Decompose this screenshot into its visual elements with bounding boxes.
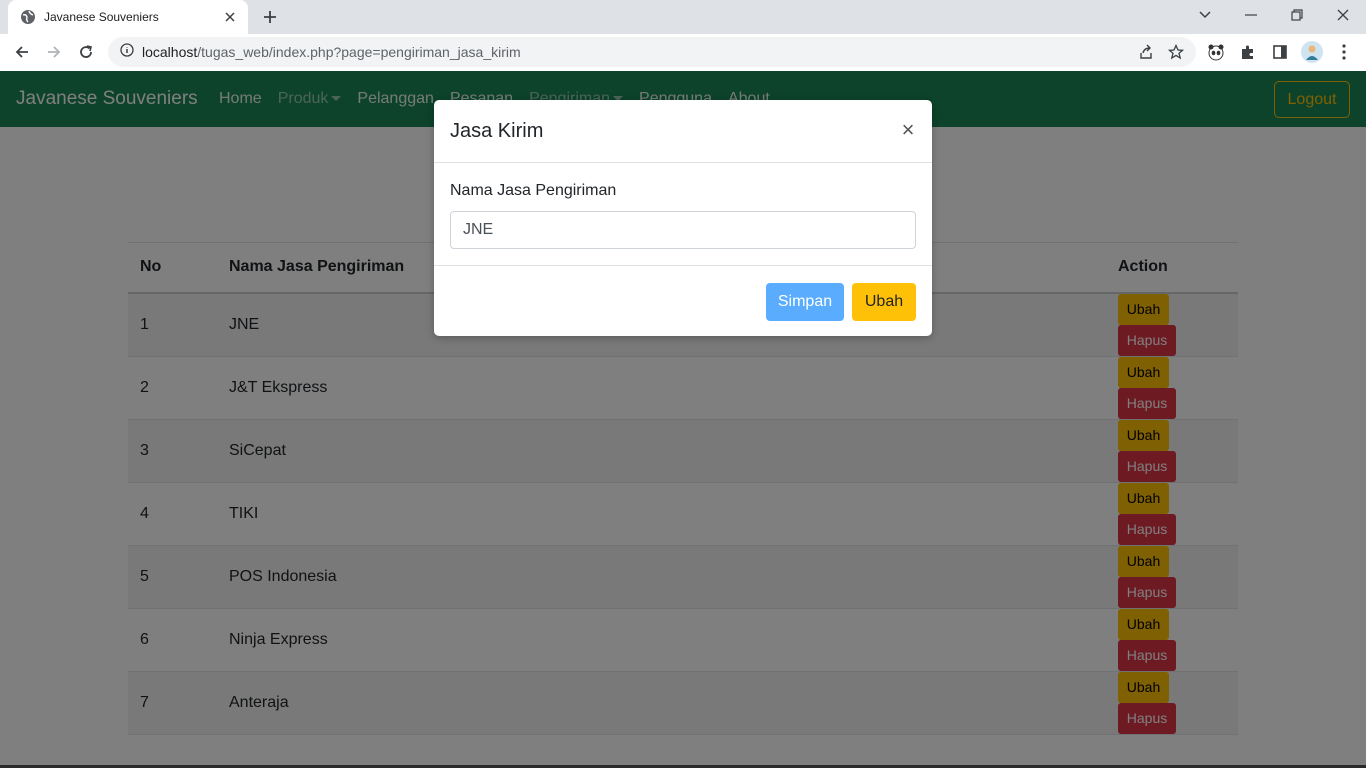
page-content: Javanese Souveniers Home Produk Pelangga… <box>0 71 1366 768</box>
reload-icon[interactable] <box>72 38 100 66</box>
close-tab-icon[interactable] <box>222 9 238 25</box>
url-path: /tugas_web/index.php?page=pengiriman_jas… <box>197 44 521 60</box>
forward-icon[interactable] <box>40 38 68 66</box>
extensions-puzzle-icon[interactable] <box>1236 40 1260 64</box>
simpan-button[interactable]: Simpan <box>766 283 844 321</box>
menu-kebab-icon[interactable] <box>1332 40 1356 64</box>
modal-ubah-button[interactable]: Ubah <box>852 283 916 321</box>
back-icon[interactable] <box>8 38 36 66</box>
url-text: localhost/tugas_web/index.php?page=pengi… <box>142 44 521 60</box>
panda-extension-icon[interactable] <box>1204 40 1228 64</box>
profile-avatar-icon[interactable] <box>1300 40 1324 64</box>
minimize-icon[interactable] <box>1228 0 1274 30</box>
tab-search-icon[interactable] <box>1182 0 1228 30</box>
close-icon[interactable]: × <box>899 119 917 141</box>
modal-title: Jasa Kirim <box>450 120 544 142</box>
nama-jasa-input[interactable] <box>450 211 916 249</box>
site-info-icon[interactable] <box>120 42 134 62</box>
share-icon[interactable] <box>1138 44 1154 65</box>
address-bar[interactable]: localhost/tugas_web/index.php?page=pengi… <box>108 37 1196 67</box>
globe-icon <box>20 9 36 25</box>
browser-tab[interactable]: Javanese Souveniers <box>8 0 248 34</box>
field-label: Nama Jasa Pengiriman <box>450 182 617 199</box>
side-panel-icon[interactable] <box>1268 40 1292 64</box>
tab-title: Javanese Souveniers <box>44 10 159 24</box>
modal-header: Jasa Kirim × <box>434 100 932 163</box>
modal-footer: Simpan Ubah <box>434 265 932 336</box>
close-window-icon[interactable] <box>1320 0 1366 30</box>
browser-toolbar: localhost/tugas_web/index.php?page=pengi… <box>0 34 1366 71</box>
bookmark-star-icon[interactable] <box>1167 43 1185 65</box>
url-host: localhost <box>142 44 198 60</box>
restore-icon[interactable] <box>1274 0 1320 30</box>
browser-tab-strip: Javanese Souveniers <box>0 0 1366 34</box>
new-tab-icon[interactable] <box>258 6 282 28</box>
jasa-kirim-modal: Jasa Kirim × Nama Jasa Pengiriman Simpan… <box>434 100 932 336</box>
